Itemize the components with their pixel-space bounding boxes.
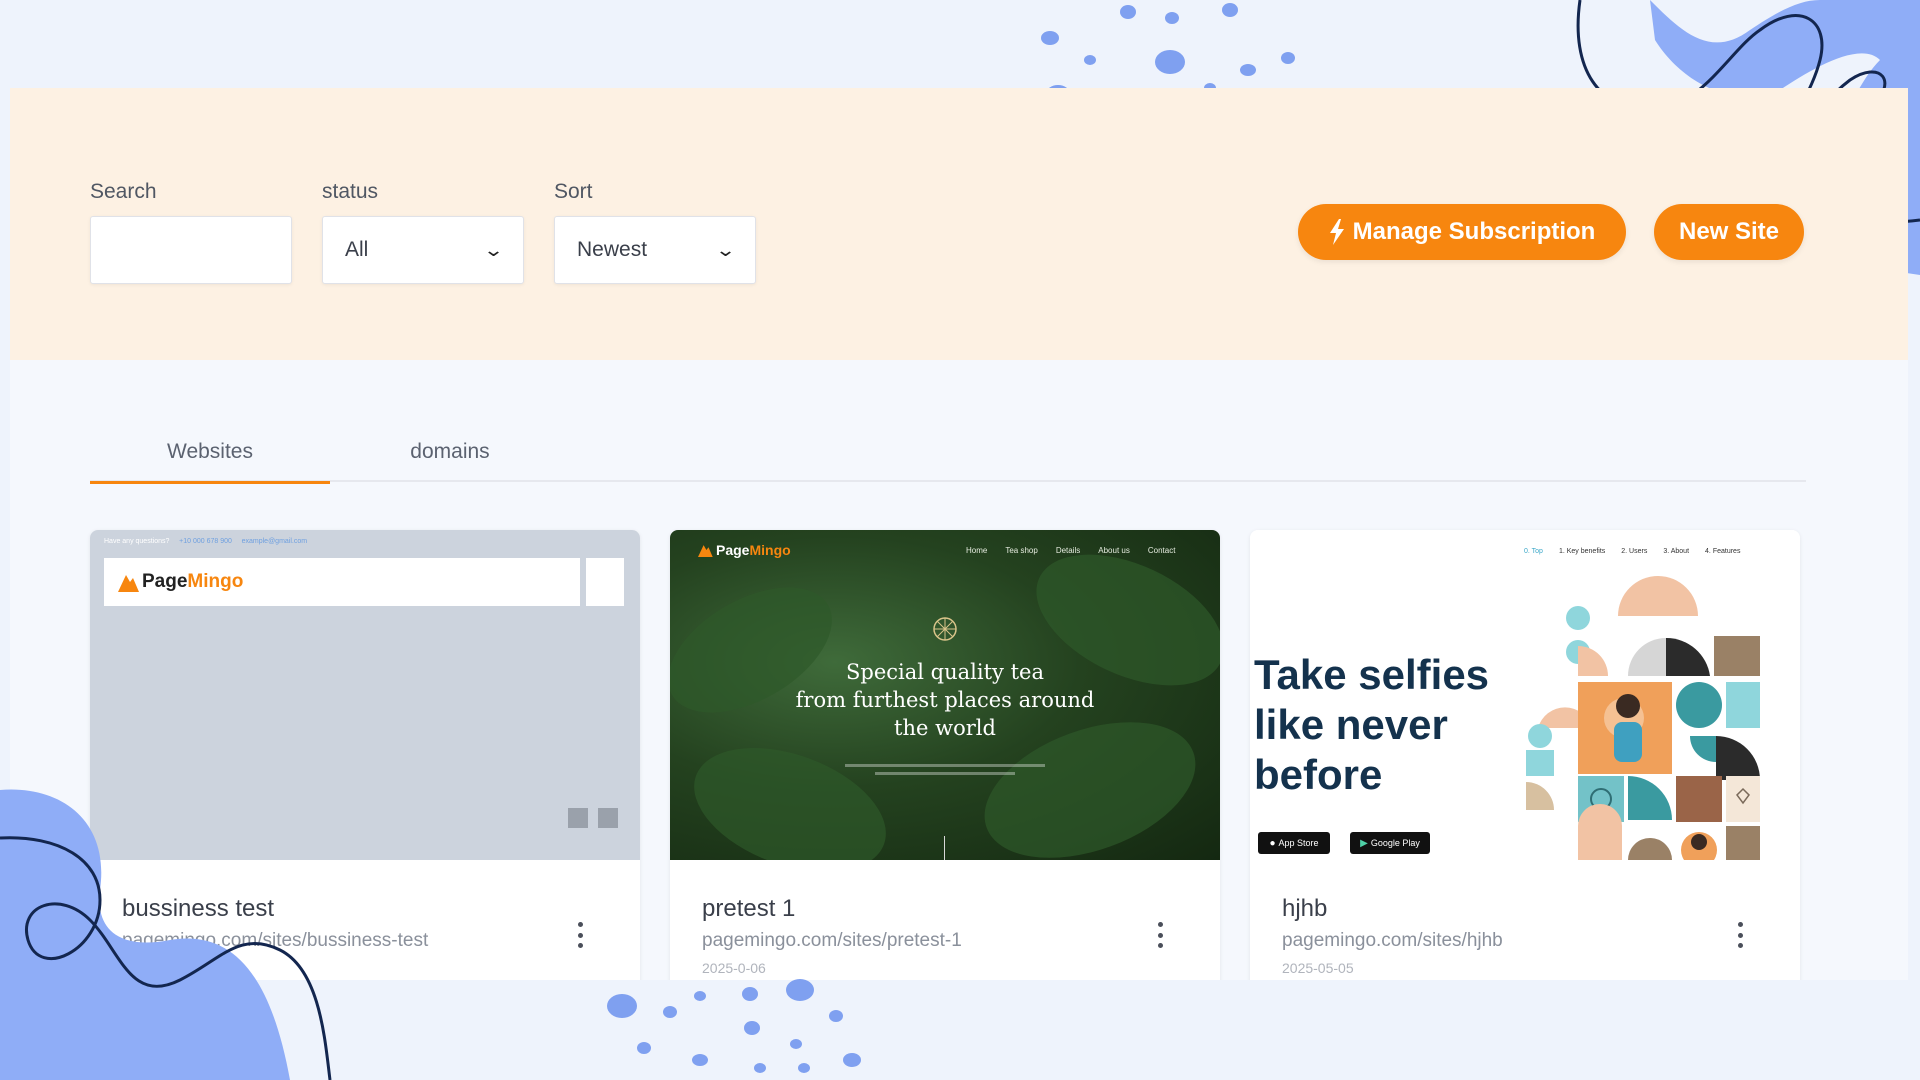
tab-domains[interactable]: domains xyxy=(330,422,570,482)
thumb-control xyxy=(568,808,588,828)
thumb-topbar-text: example@gmail.com xyxy=(241,538,308,545)
thumb-brand-accent: Mingo xyxy=(187,571,244,592)
play-icon: ▶ xyxy=(1360,837,1368,849)
thumb-hero-line: before xyxy=(1254,751,1383,798)
new-site-label: New Site xyxy=(1678,218,1780,245)
chevron-down-icon: ⌄ xyxy=(482,239,505,260)
pagemingo-logo-icon xyxy=(698,545,713,557)
thumb-nav-item: 0. Top xyxy=(1524,548,1543,555)
thumb-brand: Page xyxy=(716,542,750,558)
thumb-topbar-text: Have any questions? xyxy=(104,538,170,545)
site-card[interactable]: Page Mingo Home Tea shop Details About u… xyxy=(670,530,1220,980)
thumb-nav-item: 1. Key benefits xyxy=(1558,548,1606,555)
thumb-topbar-text: +10 000 678 900 xyxy=(179,538,232,545)
site-date: 2025-0 xyxy=(122,960,166,976)
more-vertical-icon[interactable] xyxy=(576,922,584,948)
main-panel: Search status All ⌄ Sort Newest ⌄ Manage… xyxy=(10,88,1908,980)
thumb-nav: Home Tea shop Details About us Contact xyxy=(966,546,1175,555)
search-label: Search xyxy=(90,180,157,203)
thumb-hero-subtext xyxy=(845,764,1045,767)
thumb-hero: Take selfies like never before xyxy=(1254,650,1489,800)
pagemingo-logo-icon xyxy=(118,575,139,592)
manage-subscription-label: Manage Subscription xyxy=(1352,218,1596,245)
site-url[interactable]: pagemingo.com/sites/hjhb xyxy=(1282,930,1503,952)
thumb-hero-line: the world xyxy=(894,716,996,740)
thumb-scroll-line xyxy=(944,836,945,860)
lightning-icon xyxy=(1329,219,1344,245)
thumb-nav-item: Tea shop xyxy=(1005,546,1038,555)
thumb-nav-item: About us xyxy=(1098,546,1130,555)
thumb-brand: Page xyxy=(142,571,188,592)
site-card[interactable]: Have any questions? +10 000 678 900 exam… xyxy=(90,530,640,980)
google-play-badge: ▶ Google Play xyxy=(1350,832,1430,854)
filter-bar: Search status All ⌄ Sort Newest ⌄ Manage… xyxy=(10,88,1908,360)
more-vertical-icon[interactable] xyxy=(1156,922,1164,948)
page-bottom-background xyxy=(0,980,1920,1080)
thumb-header: Page Mingo xyxy=(696,542,791,558)
thumb-nav: 0. Top 1. Key benefits 2. Users 3. About… xyxy=(1524,548,1740,555)
site-thumbnail[interactable]: Page Mingo Home Tea shop Details About u… xyxy=(670,530,1220,860)
thumb-brand-accent: Mingo xyxy=(749,542,791,558)
apple-icon: ● xyxy=(1269,837,1276,849)
app-store-label: App Store xyxy=(1278,838,1319,848)
site-thumbnail[interactable]: Have any questions? +10 000 678 900 exam… xyxy=(90,530,640,860)
thumb-hero-line: like never xyxy=(1254,701,1448,748)
site-card[interactable]: 0. Top 1. Key benefits 2. Users 3. About… xyxy=(1250,530,1800,980)
new-site-button[interactable]: New Site xyxy=(1654,204,1804,260)
google-play-label: Google Play xyxy=(1370,838,1420,848)
site-url[interactable]: pagemingo.com/sites/pretest-1 xyxy=(702,930,962,952)
site-title[interactable]: bussiness test xyxy=(122,895,274,923)
sort-label: Sort xyxy=(554,180,593,203)
thumb-topbar: Have any questions? +10 000 678 900 exam… xyxy=(104,538,307,545)
thumb-side-box xyxy=(586,558,624,606)
geometric-mosaic xyxy=(1526,576,1760,860)
search-input[interactable] xyxy=(90,216,292,284)
thumb-control xyxy=(598,808,618,828)
thumb-hero-line: from furthest places around xyxy=(795,688,1095,712)
site-title[interactable]: pretest 1 xyxy=(702,895,795,923)
tab-domains-label: domains xyxy=(410,440,490,463)
site-title[interactable]: hjhb xyxy=(1282,895,1327,923)
search-filter: Search xyxy=(90,180,292,284)
app-store-badge: ● App Store xyxy=(1258,832,1330,854)
manage-subscription-button[interactable]: Manage Subscription xyxy=(1298,204,1626,260)
status-select-value: All xyxy=(345,238,369,261)
site-thumbnail[interactable]: 0. Top 1. Key benefits 2. Users 3. About… xyxy=(1250,530,1800,860)
tab-websites[interactable]: Websites xyxy=(90,422,330,484)
status-label: status xyxy=(322,180,379,203)
status-filter: status All ⌄ xyxy=(322,180,524,284)
thumb-hero: Special quality tea from furthest places… xyxy=(670,658,1220,742)
thumb-nav-item: 3. About xyxy=(1663,548,1690,555)
site-date: 2025-0-06 xyxy=(702,960,766,976)
more-vertical-icon[interactable] xyxy=(1736,922,1744,948)
thumb-nav-item: Details xyxy=(1055,546,1081,555)
site-date: 2025-05-05 xyxy=(1282,960,1354,976)
thumb-header: Page Mingo xyxy=(104,558,580,606)
sort-filter: Sort Newest ⌄ xyxy=(554,180,756,284)
site-url[interactable]: pagemingo.com/sites/bussiness-test xyxy=(122,930,428,952)
tab-websites-label: Websites xyxy=(167,440,253,463)
sort-select-value: Newest xyxy=(577,238,648,261)
thumb-nav-item: Home xyxy=(966,546,988,555)
thumb-nav-item: Contact xyxy=(1147,546,1176,555)
status-select[interactable]: All ⌄ xyxy=(322,216,524,284)
thumb-hero-subtext xyxy=(875,772,1015,775)
thumb-nav-item: 4. Features xyxy=(1705,548,1741,555)
thumb-hero-line: Take selfies xyxy=(1254,651,1490,698)
thumb-nav-item: 2. Users xyxy=(1621,548,1648,555)
tab-bar: Websites domains xyxy=(90,422,1806,484)
ornament-icon xyxy=(933,617,957,641)
sort-select[interactable]: Newest ⌄ xyxy=(554,216,756,284)
thumb-hero-line: Special quality tea xyxy=(846,660,1044,684)
chevron-down-icon: ⌄ xyxy=(714,239,737,260)
